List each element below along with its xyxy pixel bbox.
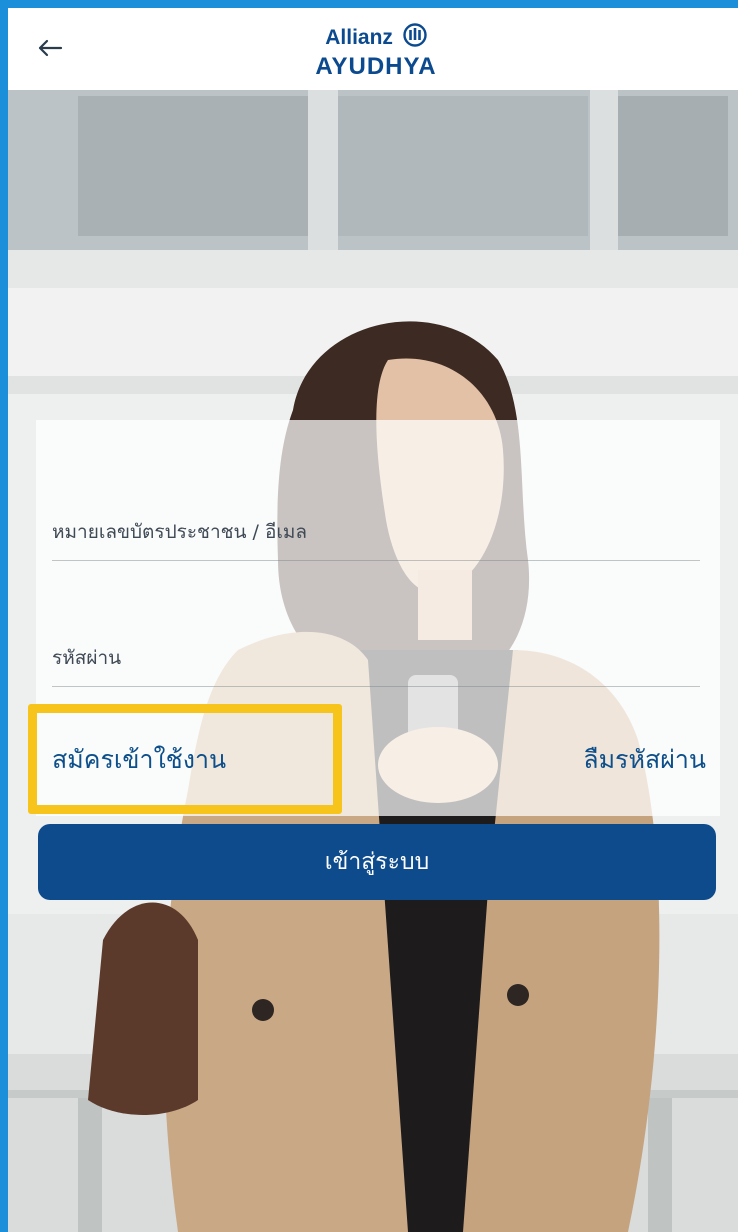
back-button[interactable] [30,28,70,68]
brand-name-line1: Allianz [325,26,393,49]
login-panel: สมัครเข้าใช้งาน ลืมรหัสผ่าน [36,420,720,816]
app-screen: Allianz AYUDHYA หมายเลขบัตรประชาชน / อีเ… [8,8,738,1232]
id-field [52,488,700,561]
password-field [52,614,700,687]
top-bar: Allianz AYUDHYA [8,8,738,90]
brand-name-line2: AYUDHYA [315,53,437,80]
brand-logo: Allianz AYUDHYA [286,20,466,82]
allianz-eagle-mark-icon [403,23,427,53]
register-link[interactable]: สมัครเข้าใช้งาน [52,740,226,780]
forgot-password-link[interactable]: ลืมรหัสผ่าน [583,740,706,780]
login-button[interactable]: เข้าสู่ระบบ [38,824,716,900]
id-or-email-input[interactable] [52,514,692,550]
arrow-left-icon [38,39,63,57]
password-input[interactable] [52,640,692,676]
